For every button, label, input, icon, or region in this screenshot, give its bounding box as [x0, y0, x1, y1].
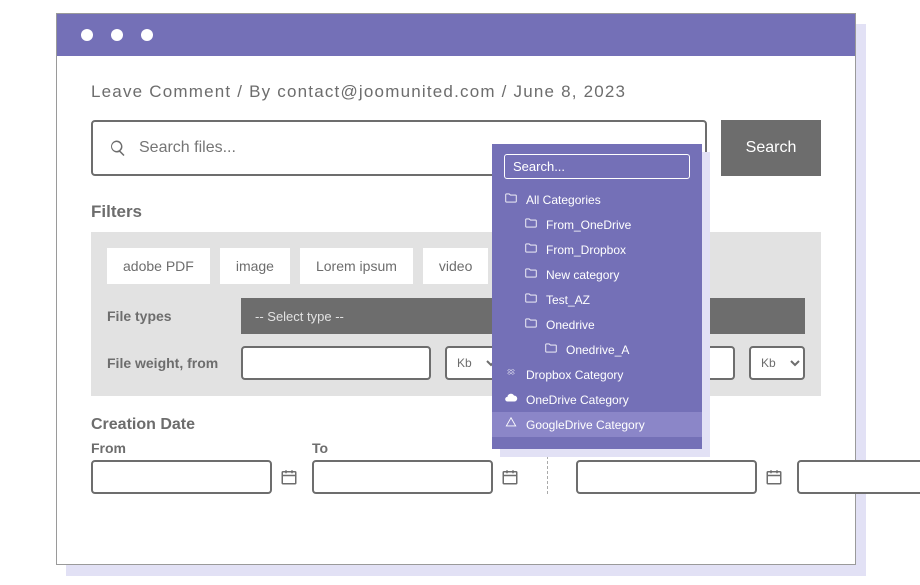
app-window: Leave Comment / By contact@joomunited.co…	[56, 13, 856, 565]
search-button[interactable]: Search	[721, 120, 821, 176]
gdrive-icon	[504, 416, 518, 433]
titlebar	[57, 14, 855, 56]
window-dot[interactable]	[81, 29, 93, 41]
update-to-input[interactable]	[797, 460, 920, 494]
file-weight-label: File weight, from	[107, 355, 227, 371]
folder-icon	[524, 291, 538, 308]
dropdown-item-label: OneDrive Category	[526, 393, 629, 407]
category-dropdown[interactable]: All Categories From_OneDrive From_Dropbox N…	[492, 144, 702, 449]
dropdown-item[interactable]: From_Dropbox	[492, 237, 702, 262]
creation-date-title: Creation Date	[91, 416, 519, 434]
dropdown-item-label: Onedrive_A	[566, 343, 629, 357]
filter-tag[interactable]: Lorem ipsum	[300, 248, 413, 284]
dropdown-item[interactable]: New category	[492, 262, 702, 287]
dropdown-search-input[interactable]	[513, 159, 681, 174]
dropdown-item-label: From_OneDrive	[546, 218, 631, 232]
folder-icon	[544, 341, 558, 358]
date-to-label: To	[312, 440, 519, 456]
dropdown-item[interactable]: Onedrive_A	[492, 337, 702, 362]
folder-icon	[524, 266, 538, 283]
filter-tag[interactable]: adobe PDF	[107, 248, 210, 284]
dropdown-item[interactable]: Onedrive	[492, 312, 702, 337]
dropdown-item[interactable]: GoogleDrive Category	[492, 412, 702, 437]
dropdown-item-label: From_Dropbox	[546, 243, 626, 257]
search-icon	[109, 139, 127, 157]
filter-tag[interactable]: image	[220, 248, 290, 284]
filters-heading: Filters	[91, 202, 821, 222]
filters-panel: adobe PDF image Lorem ipsum video File t…	[91, 232, 821, 396]
dropdown-item-label: Test_AZ	[546, 293, 590, 307]
creation-date-section: Creation Date From To	[91, 416, 519, 494]
weight-from-input[interactable]	[241, 346, 431, 380]
creation-to-input[interactable]	[312, 460, 493, 494]
folder-icon	[524, 241, 538, 258]
file-types-label: File types	[107, 308, 227, 324]
dropdown-item[interactable]: All Categories	[492, 187, 702, 212]
calendar-icon[interactable]	[280, 468, 298, 486]
dropdown-item[interactable]: Dropbox Category	[492, 362, 702, 387]
calendar-icon[interactable]	[501, 468, 519, 486]
folder-icon	[504, 191, 518, 208]
calendar-icon[interactable]	[765, 468, 783, 486]
dropdown-item[interactable]: Test_AZ	[492, 287, 702, 312]
dropdown-item-label: Onedrive	[546, 318, 595, 332]
date-from-label: From	[91, 440, 298, 456]
dropdown-item-label: New category	[546, 268, 619, 282]
dropdown-item-label: GoogleDrive Category	[526, 418, 645, 432]
dropdown-item-label: Dropbox Category	[526, 368, 623, 382]
creation-from-input[interactable]	[91, 460, 272, 494]
folder-icon	[524, 316, 538, 333]
filter-tag[interactable]: video	[423, 248, 488, 284]
update-from-input[interactable]	[576, 460, 757, 494]
dropdown-item[interactable]: From_OneDrive	[492, 212, 702, 237]
dropdown-search-box[interactable]	[504, 154, 690, 179]
dropdown-item-label: All Categories	[526, 193, 601, 207]
weight-to-unit[interactable]: Kb	[749, 346, 805, 380]
folder-icon	[524, 216, 538, 233]
date-to-label	[797, 440, 920, 456]
dropdown-item[interactable]: OneDrive Category	[492, 387, 702, 412]
breadcrumb: Leave Comment / By contact@joomunited.co…	[91, 82, 821, 102]
window-dot[interactable]	[111, 29, 123, 41]
dropbox-icon	[504, 366, 518, 383]
cloud-icon	[504, 391, 518, 408]
window-dot[interactable]	[141, 29, 153, 41]
